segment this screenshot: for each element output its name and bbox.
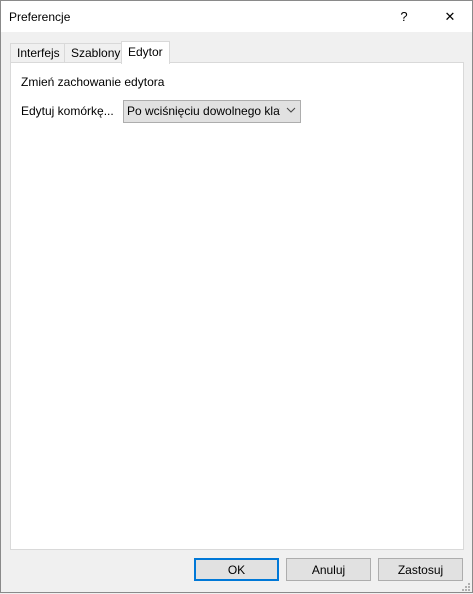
tab-edytor[interactable]: Edytor: [121, 41, 170, 64]
chevron-down-icon: [286, 103, 296, 120]
tab-szablony[interactable]: Szablony: [64, 43, 128, 63]
apply-button[interactable]: Zastosuj: [378, 558, 463, 581]
window-title: Preferencje: [9, 10, 71, 24]
title-bar: Preferencje ? ✕: [1, 1, 472, 32]
section-title: Zmień zachowanie edytora: [21, 75, 165, 89]
close-icon: ✕: [444, 8, 456, 24]
cancel-button[interactable]: Anuluj: [286, 558, 371, 581]
editor-tab-panel: Zmień zachowanie edytora Edytuj komórkę.…: [10, 62, 464, 550]
ok-button[interactable]: OK: [194, 558, 279, 581]
resize-grip-icon[interactable]: [460, 580, 470, 591]
edit-cell-label: Edytuj komórkę...: [21, 104, 114, 118]
tab-interfejs[interactable]: Interfejs: [10, 43, 67, 63]
close-button[interactable]: ✕: [428, 1, 472, 32]
edit-cell-value: Po wciśnięciu dowolnego klawisza: [127, 104, 280, 118]
help-button[interactable]: ?: [382, 1, 426, 32]
edit-cell-dropdown[interactable]: Po wciśnięciu dowolnego klawisza: [123, 100, 301, 123]
preferences-dialog: Preferencje ? ✕ Interfejs Szablony Edyto…: [0, 0, 473, 593]
